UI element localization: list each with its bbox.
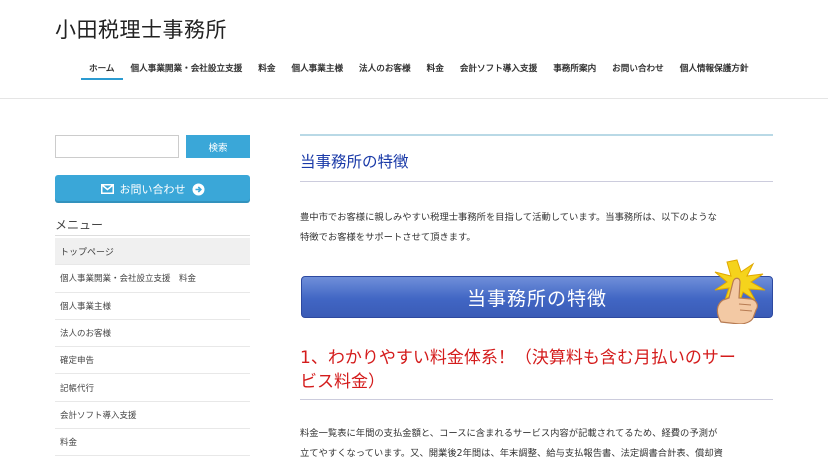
sidebar-item-tax-return[interactable]: 確定申告 <box>55 347 250 375</box>
point-heading-line: ビス料金） <box>300 372 385 392</box>
intro-line: 豊中市でお客様に親しみやすい税理士事務所を目指して活動しています。当事務所は、以… <box>300 212 717 223</box>
intro-line: 特徴でお客様をサポートさせて頂きます。 <box>300 232 476 243</box>
sidebar-item-startup-pricing[interactable]: 個人事業開業・会社設立支援 料金 <box>55 265 250 293</box>
search-input[interactable] <box>55 135 179 158</box>
nav-accounting-software[interactable]: 会計ソフト導入支援 <box>452 58 545 80</box>
point-paragraph: 料金一覧表に年間の支払金額と、コースに含まれるサービス内容が記載されてるため、経… <box>300 424 780 464</box>
sidebar-item-pricing[interactable]: 料金 <box>55 429 250 457</box>
sidebar-item-corporate-clients[interactable]: 法人のお客様 <box>55 320 250 348</box>
point-text-line: 料金一覧表に年間の支払金額と、コースに含まれるサービス内容が記載されてるため、経… <box>300 428 718 439</box>
sidebar-item-sole-proprietors[interactable]: 個人事業主様 <box>55 293 250 320</box>
nav-pricing[interactable]: 料金 <box>419 58 452 80</box>
intro-paragraph: 豊中市でお客様に親しみやすい税理士事務所を目指して活動しています。当事務所は、以… <box>300 208 778 248</box>
contact-button[interactable]: お問い合わせ <box>55 175 250 203</box>
contact-button-label: お問い合わせ <box>119 183 186 196</box>
sidebar-item-top-page[interactable]: トップページ <box>55 238 250 266</box>
header-divider <box>0 98 828 99</box>
features-banner: 当事務所の特徴 <box>301 258 773 324</box>
nav-office-info[interactable]: 事務所案内 <box>545 58 604 80</box>
point-heading-divider <box>300 399 773 400</box>
envelope-icon <box>100 184 114 194</box>
point-heading-line: 1、わかりやすい料金体系！（決算料も含む月払いのサー <box>300 348 736 368</box>
menu-heading-divider <box>55 235 250 236</box>
point-heading: 1、わかりやすい料金体系！（決算料も含む月払いのサー ビス料金） <box>300 346 778 394</box>
pointing-hand-icon <box>714 259 766 324</box>
nav-sole-proprietors[interactable]: 個人事業主様 <box>283 58 351 80</box>
section-title-divider <box>300 181 773 182</box>
point-text-line: 立てやすくなっています。又、開業後2年間は、年末調整、給与支払報告書、法定調書合… <box>300 448 723 459</box>
main-nav: ホーム 個人事業開業・会社設立支援 料金 個人事業主様 法人のお客様 料金 会計… <box>81 58 828 84</box>
nav-corporate-clients[interactable]: 法人のお客様 <box>351 58 419 80</box>
nav-startup-pricing[interactable]: 料金 <box>250 58 283 80</box>
nav-startup-support[interactable]: 個人事業開業・会社設立支援 <box>123 58 251 80</box>
sidebar-menu: トップページ 個人事業開業・会社設立支援 料金 個人事業主様 法人のお客様 確定… <box>55 238 250 457</box>
arrow-circle-right-icon <box>192 183 205 196</box>
search-button[interactable]: 検索 <box>186 135 250 158</box>
nav-privacy-policy[interactable]: 個人情報保護方針 <box>672 58 757 80</box>
nav-home[interactable]: ホーム <box>81 58 123 80</box>
menu-heading: メニュー <box>55 218 104 232</box>
sidebar-item-bookkeeping[interactable]: 記帳代行 <box>55 374 250 402</box>
content-top-divider <box>300 134 773 136</box>
site-title[interactable]: 小田税理士事務所 <box>55 14 227 44</box>
sidebar-item-accounting-software[interactable]: 会計ソフト導入支援 <box>55 402 250 430</box>
section-title: 当事務所の特徴 <box>300 153 409 171</box>
nav-contact[interactable]: お問い合わせ <box>604 58 672 80</box>
